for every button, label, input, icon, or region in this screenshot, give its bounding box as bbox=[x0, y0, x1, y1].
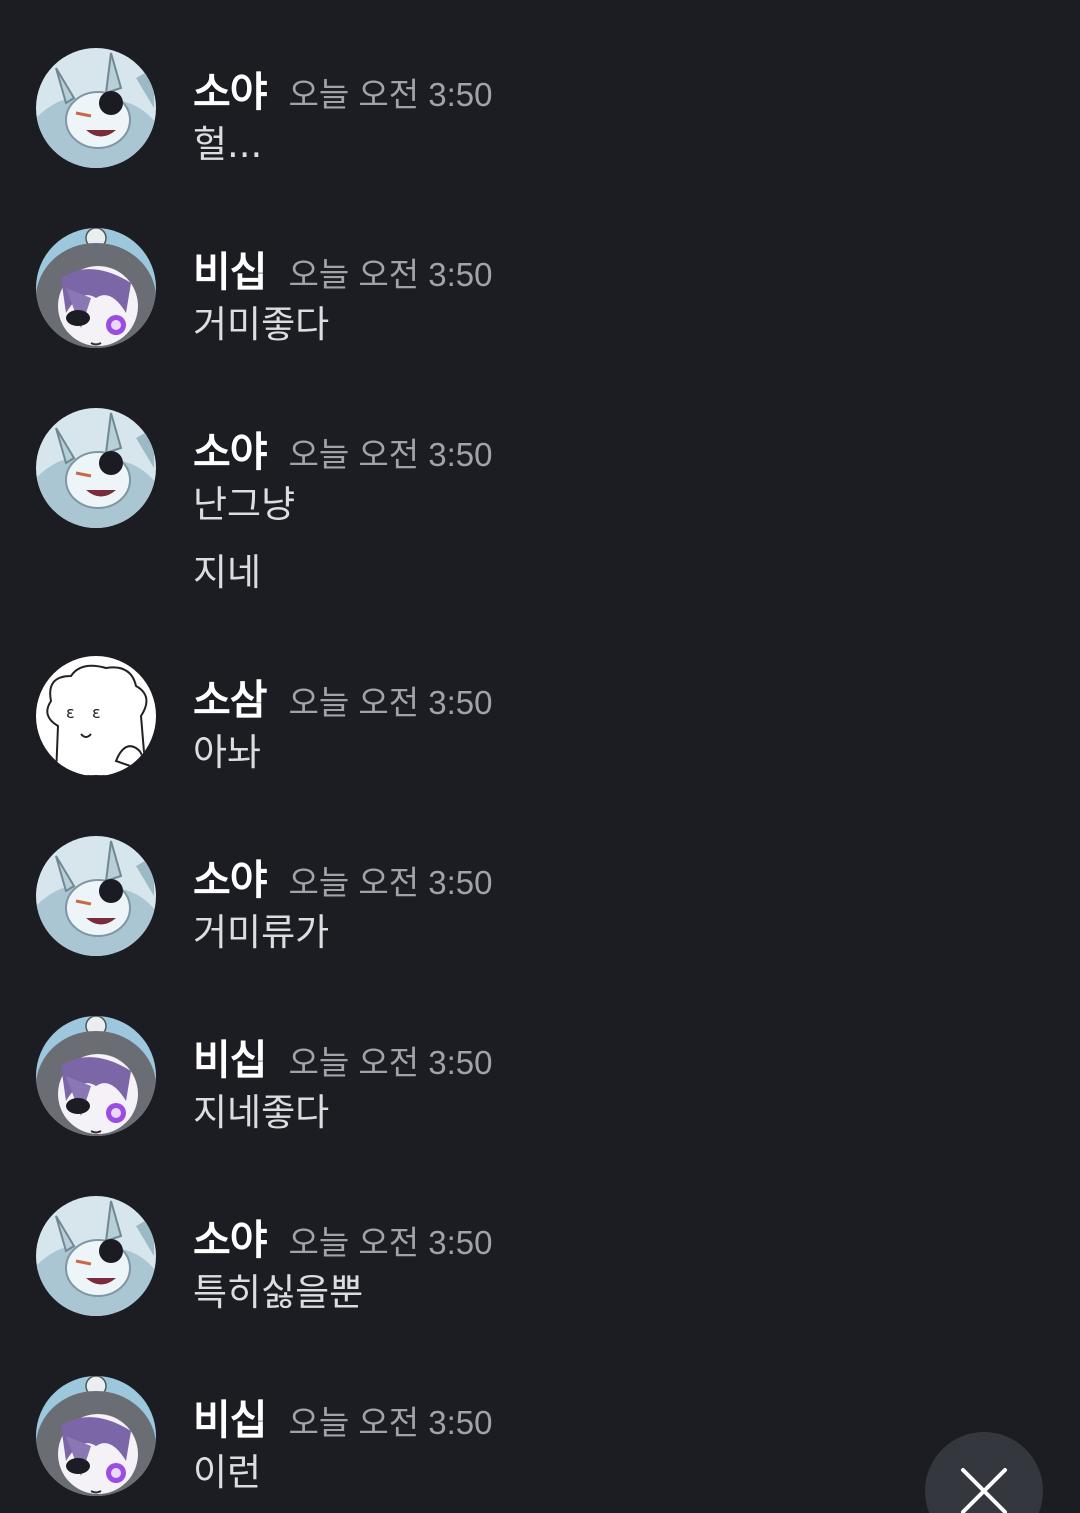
purple-hair-avatar[interactable] bbox=[36, 228, 156, 348]
message-text[interactable]: 거미류가 bbox=[193, 902, 329, 956]
message-header: 비십 오늘 오전 3:50 bbox=[193, 238, 493, 296]
username[interactable]: 소야 bbox=[193, 68, 267, 116]
close-icon bbox=[961, 1468, 1007, 1513]
svg-text:ε: ε bbox=[92, 703, 101, 722]
username[interactable]: 소야 bbox=[193, 428, 267, 476]
username[interactable]: 비십 bbox=[193, 248, 267, 296]
message-text[interactable]: 이런 bbox=[193, 1442, 261, 1496]
purple-hair-avatar[interactable] bbox=[36, 1016, 156, 1136]
username[interactable]: 소삼 bbox=[193, 676, 267, 724]
timestamp: 오늘 오전 3:50 bbox=[288, 864, 493, 901]
message-header: 소야 오늘 오전 3:50 bbox=[193, 418, 493, 476]
timestamp: 오늘 오전 3:50 bbox=[288, 256, 493, 293]
timestamp: 오늘 오전 3:50 bbox=[288, 684, 493, 721]
timestamp: 오늘 오전 3:50 bbox=[288, 76, 493, 113]
username[interactable]: 소야 bbox=[193, 856, 267, 904]
dog-sketch-avatar[interactable]: ε ε bbox=[36, 656, 156, 776]
timestamp: 오늘 오전 3:50 bbox=[288, 1224, 493, 1261]
timestamp: 오늘 오전 3:50 bbox=[288, 1404, 493, 1441]
message-text[interactable]: 헐... bbox=[193, 114, 262, 168]
username[interactable]: 소야 bbox=[193, 1216, 267, 1264]
wolf-avatar[interactable] bbox=[36, 836, 156, 956]
timestamp: 오늘 오전 3:50 bbox=[288, 1044, 493, 1081]
message-text[interactable]: 아놔 bbox=[193, 722, 261, 776]
username[interactable]: 비십 bbox=[193, 1396, 267, 1444]
message-header: 소야 오늘 오전 3:50 bbox=[193, 1206, 493, 1264]
timestamp: 오늘 오전 3:50 bbox=[288, 436, 493, 473]
message-text[interactable]: 특히싫을뿐 bbox=[193, 1262, 363, 1316]
message-text[interactable]: 지네좋다 bbox=[193, 1082, 329, 1136]
message-header: 비십 오늘 오전 3:50 bbox=[193, 1026, 493, 1084]
message-header: 소삼 오늘 오전 3:50 bbox=[193, 666, 493, 724]
chat-message-list: 소야 오늘 오전 3:50 헐... 비십 오늘 오전 3:50 거미좋다 소야… bbox=[0, 0, 1080, 1513]
wolf-avatar[interactable] bbox=[36, 408, 156, 528]
wolf-avatar[interactable] bbox=[36, 48, 156, 168]
message-header: 소야 오늘 오전 3:50 bbox=[193, 58, 493, 116]
message-header: 비십 오늘 오전 3:50 bbox=[193, 1386, 493, 1444]
username[interactable]: 비십 bbox=[193, 1036, 267, 1084]
message-text[interactable]: 지네 bbox=[193, 542, 261, 596]
message-text[interactable]: 난그냥 bbox=[193, 474, 295, 528]
purple-hair-avatar[interactable] bbox=[36, 1376, 156, 1496]
svg-text:ε: ε bbox=[66, 703, 75, 722]
wolf-avatar[interactable] bbox=[36, 1196, 156, 1316]
message-text[interactable]: 거미좋다 bbox=[193, 294, 329, 348]
message-header: 소야 오늘 오전 3:50 bbox=[193, 846, 493, 904]
